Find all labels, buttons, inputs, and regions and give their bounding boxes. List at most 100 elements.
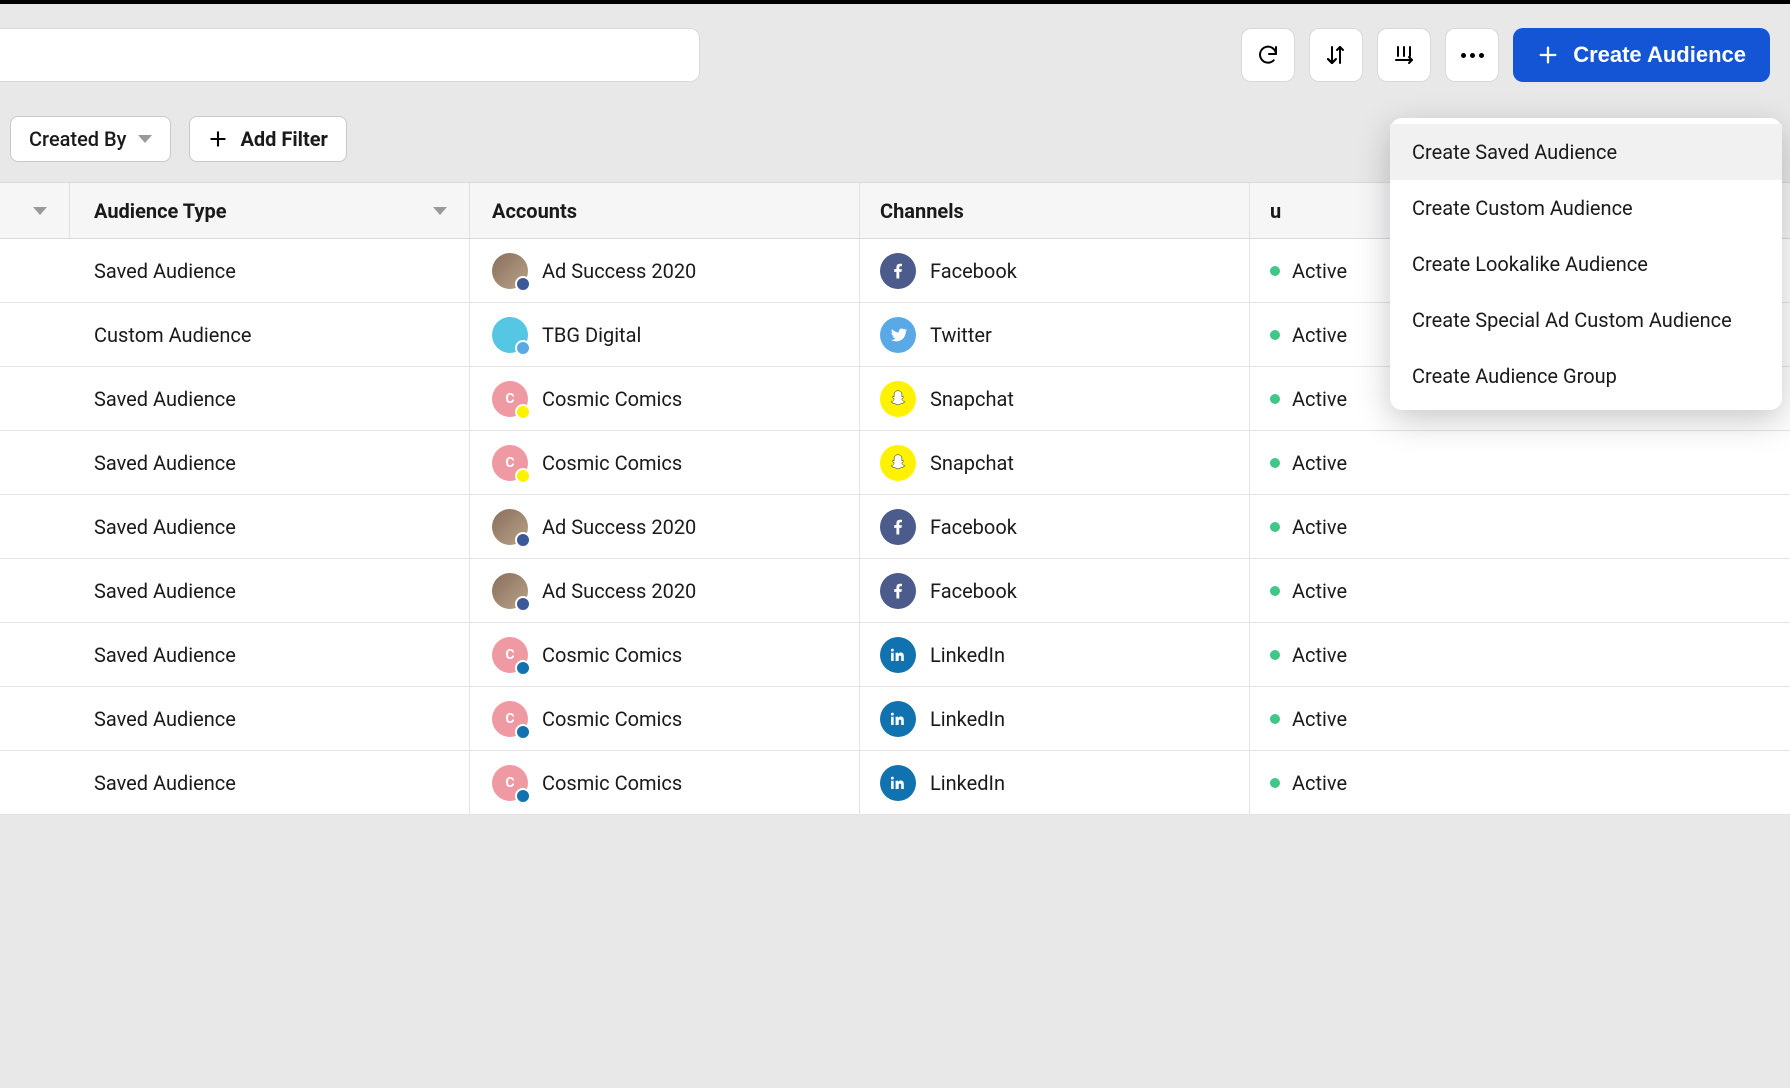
twitter-icon bbox=[880, 317, 916, 353]
account-channel-badge-icon bbox=[515, 276, 531, 292]
channel-name: Twitter bbox=[930, 323, 992, 347]
plus-icon bbox=[1537, 44, 1559, 66]
cell-account: C Cosmic Comics bbox=[470, 431, 860, 494]
cell-status: Active bbox=[1250, 559, 1790, 622]
channel-name: LinkedIn bbox=[930, 643, 1005, 667]
cell-status: Active bbox=[1250, 751, 1790, 814]
dropdown-item[interactable]: Create Custom Audience bbox=[1390, 180, 1782, 236]
channel-name: Facebook bbox=[930, 515, 1017, 539]
sort-button[interactable] bbox=[1309, 28, 1363, 82]
facebook-icon bbox=[880, 509, 916, 545]
table-row[interactable]: Saved Audience Ad Success 2020 Facebook … bbox=[0, 559, 1790, 623]
account-channel-badge-icon bbox=[515, 724, 531, 740]
table-row[interactable]: Saved Audience C Cosmic Comics LinkedIn … bbox=[0, 751, 1790, 815]
cell-audience-type: Saved Audience bbox=[70, 687, 470, 750]
channel-name: Facebook bbox=[930, 259, 1017, 283]
columns-button[interactable] bbox=[1377, 28, 1431, 82]
cell-channel: LinkedIn bbox=[860, 623, 1250, 686]
cell-account: Ad Success 2020 bbox=[470, 495, 860, 558]
status-dot-icon bbox=[1270, 266, 1280, 276]
dropdown-item[interactable]: Create Lookalike Audience bbox=[1390, 236, 1782, 292]
status-value: Active bbox=[1292, 451, 1347, 475]
filter-created-by[interactable]: Created By bbox=[10, 116, 171, 162]
filter-icon bbox=[33, 207, 47, 215]
status-dot-icon bbox=[1270, 458, 1280, 468]
snapchat-icon bbox=[880, 381, 916, 417]
dropdown-item[interactable]: Create Audience Group bbox=[1390, 348, 1782, 404]
create-audience-button[interactable]: Create Audience bbox=[1513, 28, 1770, 82]
account-avatar bbox=[492, 317, 528, 353]
dropdown-item[interactable]: Create Saved Audience bbox=[1390, 124, 1782, 180]
channel-name: LinkedIn bbox=[930, 771, 1005, 795]
cell-channel: LinkedIn bbox=[860, 687, 1250, 750]
status-value: Active bbox=[1292, 515, 1347, 539]
audience-type-value: Custom Audience bbox=[94, 323, 251, 347]
account-name: TBG Digital bbox=[542, 323, 641, 347]
account-avatar bbox=[492, 509, 528, 545]
cell-audience-type: Saved Audience bbox=[70, 623, 470, 686]
linkedin-icon bbox=[880, 701, 916, 737]
audience-type-value: Saved Audience bbox=[94, 707, 236, 731]
more-icon bbox=[1461, 53, 1484, 58]
table-row[interactable]: Saved Audience C Cosmic Comics Snapchat … bbox=[0, 431, 1790, 495]
account-name: Ad Success 2020 bbox=[542, 515, 696, 539]
filter-created-by-label: Created By bbox=[29, 127, 126, 151]
account-name: Cosmic Comics bbox=[542, 707, 682, 731]
cell-channel: LinkedIn bbox=[860, 751, 1250, 814]
refresh-button[interactable] bbox=[1241, 28, 1295, 82]
status-value: Active bbox=[1292, 643, 1347, 667]
audience-type-value: Saved Audience bbox=[94, 451, 236, 475]
account-channel-badge-icon bbox=[515, 532, 531, 548]
column-header-audience-type[interactable]: Audience Type bbox=[70, 183, 470, 238]
cell-audience-type: Saved Audience bbox=[70, 239, 470, 302]
account-name: Ad Success 2020 bbox=[542, 579, 696, 603]
plus-icon bbox=[208, 129, 228, 149]
cell-channel: Facebook bbox=[860, 239, 1250, 302]
cell-account: Ad Success 2020 bbox=[470, 559, 860, 622]
account-avatar: C bbox=[492, 381, 528, 417]
toolbar: Create Audience bbox=[0, 10, 1790, 100]
column-header-blank[interactable] bbox=[0, 183, 70, 238]
cell-audience-type: Saved Audience bbox=[70, 751, 470, 814]
channel-name: LinkedIn bbox=[930, 707, 1005, 731]
status-value: Active bbox=[1292, 259, 1347, 283]
cell-audience-type: Saved Audience bbox=[70, 431, 470, 494]
column-header-channels[interactable]: Channels bbox=[860, 183, 1250, 238]
column-header-accounts[interactable]: Accounts bbox=[470, 183, 860, 238]
table-row[interactable]: Saved Audience Ad Success 2020 Facebook … bbox=[0, 495, 1790, 559]
dropdown-item[interactable]: Create Special Ad Custom Audience bbox=[1390, 292, 1782, 348]
audience-type-value: Saved Audience bbox=[94, 515, 236, 539]
table-row[interactable]: Saved Audience C Cosmic Comics LinkedIn … bbox=[0, 687, 1790, 751]
status-dot-icon bbox=[1270, 586, 1280, 596]
add-filter-button[interactable]: Add Filter bbox=[189, 116, 346, 162]
account-avatar: C bbox=[492, 765, 528, 801]
account-channel-badge-icon bbox=[515, 340, 531, 356]
search-input[interactable] bbox=[0, 28, 700, 82]
facebook-icon bbox=[880, 253, 916, 289]
status-dot-icon bbox=[1270, 522, 1280, 532]
cell-audience-type: Saved Audience bbox=[70, 559, 470, 622]
linkedin-icon bbox=[880, 765, 916, 801]
cell-audience-type: Saved Audience bbox=[70, 495, 470, 558]
table-row[interactable]: Saved Audience C Cosmic Comics LinkedIn … bbox=[0, 623, 1790, 687]
column-header-status-label: u bbox=[1270, 199, 1281, 223]
cell-channel: Snapchat bbox=[860, 431, 1250, 494]
create-audience-label: Create Audience bbox=[1573, 42, 1746, 68]
status-value: Active bbox=[1292, 707, 1347, 731]
account-channel-badge-icon bbox=[515, 596, 531, 612]
chevron-down-icon bbox=[138, 135, 152, 143]
account-avatar: C bbox=[492, 701, 528, 737]
add-filter-label: Add Filter bbox=[240, 127, 327, 151]
cell-status: Active bbox=[1250, 687, 1790, 750]
cell-audience-type: Saved Audience bbox=[70, 367, 470, 430]
column-header-accounts-label: Accounts bbox=[492, 199, 577, 223]
status-dot-icon bbox=[1270, 650, 1280, 660]
status-dot-icon bbox=[1270, 330, 1280, 340]
cell-status: Active bbox=[1250, 495, 1790, 558]
audience-type-value: Saved Audience bbox=[94, 771, 236, 795]
account-channel-badge-icon bbox=[515, 788, 531, 804]
cell-account: C Cosmic Comics bbox=[470, 687, 860, 750]
cell-channel: Twitter bbox=[860, 303, 1250, 366]
account-name: Ad Success 2020 bbox=[542, 259, 696, 283]
more-button[interactable] bbox=[1445, 28, 1499, 82]
